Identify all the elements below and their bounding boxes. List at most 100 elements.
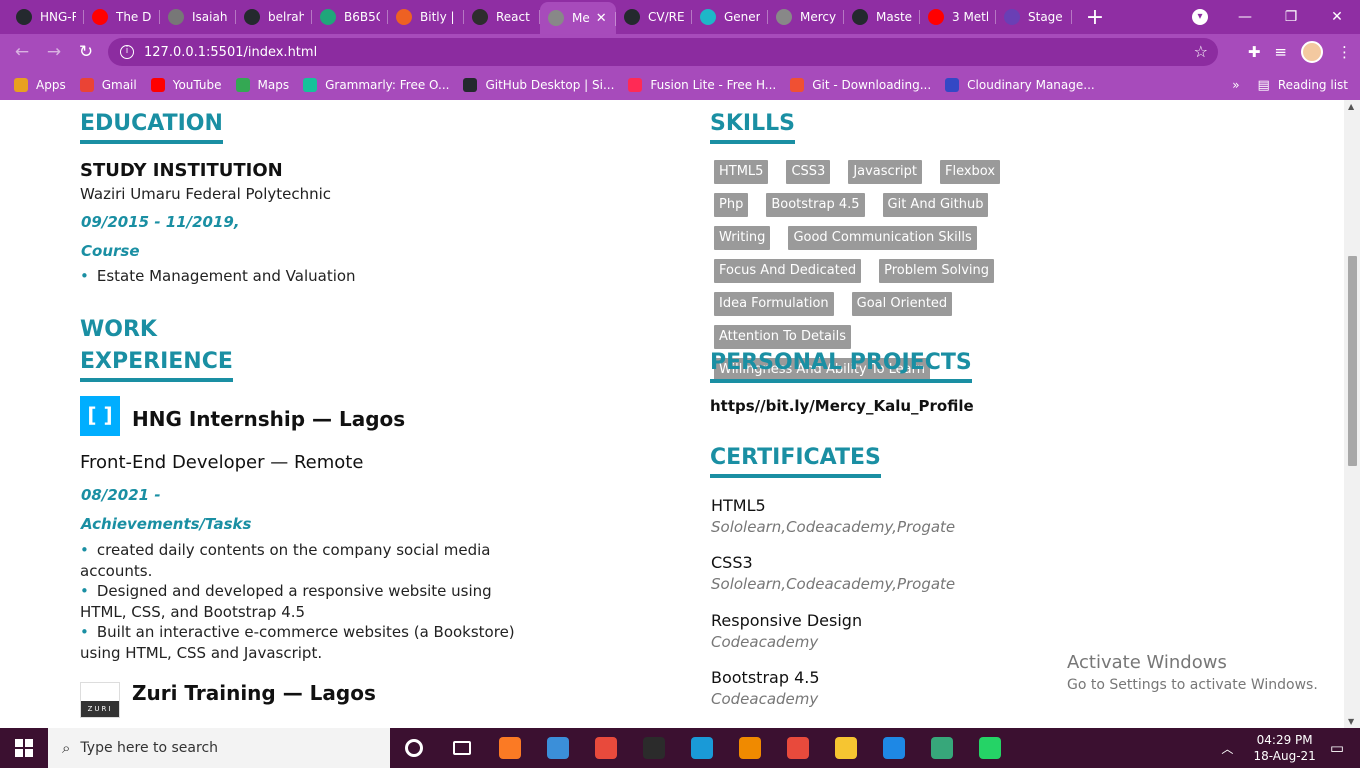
education-heading: EDUCATION	[80, 108, 223, 144]
certificate-org: Codeacademy	[711, 690, 819, 708]
tab-item[interactable]: Isaiah A	[160, 0, 236, 34]
reload-icon[interactable]: ↻	[70, 42, 102, 62]
reading-list[interactable]: ▤ Reading list	[1258, 78, 1348, 93]
bookmark-item[interactable]: Apps	[14, 78, 66, 92]
whatsapp-icon	[979, 737, 1001, 759]
taskbar-app[interactable]	[534, 728, 582, 768]
tab-item[interactable]: 3 Meth	[920, 0, 996, 34]
activate-windows-title: Activate Windows	[1067, 652, 1227, 673]
forward-icon[interactable]: →	[38, 42, 70, 62]
skill-tag: HTML5	[714, 160, 769, 184]
tab-item[interactable]: Me ✕	[540, 2, 616, 34]
tab-title: Isaiah A	[192, 10, 228, 24]
work-heading-line1: WORK	[80, 317, 157, 342]
notifications-icon[interactable]: ▭	[1330, 739, 1344, 757]
project-link[interactable]: https//bit.ly/Mercy_Kalu_Profile	[710, 396, 974, 417]
taskbar-app[interactable]	[918, 728, 966, 768]
bookmark-item[interactable]: Fusion Lite - Free H...	[628, 78, 776, 92]
windows-taskbar: ⌕ Type here to search	[0, 728, 1360, 768]
site-info-icon[interactable]: i	[120, 45, 134, 59]
tab-search-icon[interactable]: ▾	[1192, 9, 1208, 25]
app-icon	[320, 9, 336, 25]
clock-date: 18-Aug-21	[1253, 749, 1316, 763]
vlc-icon	[739, 737, 761, 759]
tab-item[interactable]: Mercy	[768, 0, 844, 34]
tray-chevron-icon[interactable]: ︿	[1221, 740, 1233, 757]
start-button[interactable]	[0, 728, 48, 768]
tab-item[interactable]: belrah/	[236, 0, 312, 34]
taskbar-app[interactable]	[582, 728, 630, 768]
skill-tag: CSS3	[786, 160, 831, 184]
media-icon[interactable]: ≡	[1274, 43, 1287, 61]
bookmark-item[interactable]: Cloudinary Manage...	[945, 78, 1095, 92]
terminal-icon	[643, 737, 665, 759]
chrome-icon	[787, 737, 809, 759]
git-kraken-icon	[931, 737, 953, 759]
bookmark-item[interactable]: GitHub Desktop | Si...	[463, 78, 614, 92]
back-icon[interactable]: ←	[6, 42, 38, 62]
institution-name: Waziri Umaru Federal Polytechnic	[80, 185, 332, 203]
taskbar-app[interactable]	[486, 728, 534, 768]
taskbar-app[interactable]	[438, 728, 486, 768]
tab-title: Master	[876, 10, 912, 24]
address-bar[interactable]: i 127.0.0.1:5501/index.html ☆	[108, 38, 1218, 66]
gmail-icon	[79, 78, 94, 92]
taskbar-app[interactable]	[870, 728, 918, 768]
certificates-heading: CERTIFICATES	[710, 442, 881, 478]
bookmark-star-icon[interactable]: ☆	[1194, 42, 1208, 61]
bookmarks-overflow[interactable]: »	[1232, 78, 1239, 92]
clock[interactable]: 04:29 PM 18-Aug-21	[1253, 732, 1315, 764]
tab-title: belrah/	[268, 10, 304, 24]
page-scrollbar[interactable]: ▲ ▼	[1344, 100, 1360, 728]
taskbar-app[interactable]	[966, 728, 1014, 768]
restore-icon[interactable]: ❐	[1268, 9, 1314, 25]
tab-item[interactable]: HNG-R	[8, 0, 84, 34]
taskbar-app[interactable]	[774, 728, 822, 768]
skill-tag: Flexbox	[940, 160, 1001, 184]
taskbar-app[interactable]	[390, 728, 438, 768]
profile-avatar[interactable]	[1301, 41, 1323, 63]
bookmark-item[interactable]: Gmail	[79, 78, 137, 92]
minimize-icon[interactable]: —	[1222, 9, 1268, 25]
skill-tag: Javascript	[848, 160, 922, 184]
menu-icon[interactable]: ⋮	[1337, 43, 1352, 61]
skill-tag: Php	[714, 193, 749, 217]
taskbar-app[interactable]	[630, 728, 678, 768]
search-icon: ⌕	[62, 739, 71, 757]
task-view-icon	[453, 741, 471, 755]
scroll-thumb[interactable]	[1348, 256, 1357, 466]
tab-item[interactable]: Genera	[692, 0, 768, 34]
tab-item[interactable]: B6B5Q	[312, 0, 388, 34]
bookmark-item[interactable]: Grammarly: Free O...	[303, 78, 449, 92]
youtube-icon	[928, 9, 944, 25]
git-icon	[790, 78, 805, 92]
github-icon	[16, 9, 32, 25]
youtube-icon	[150, 78, 165, 92]
taskbar-app[interactable]	[726, 728, 774, 768]
close-tab-icon[interactable]: ✕	[596, 11, 607, 26]
tab-item[interactable]: React c	[464, 0, 540, 34]
tab-item[interactable]: Bitly | L	[388, 0, 464, 34]
certificate-name: Bootstrap 4.5	[711, 668, 820, 687]
taskbar-app[interactable]	[822, 728, 870, 768]
certificate-name: Responsive Design	[711, 611, 863, 630]
tab-item[interactable]: Master	[844, 0, 920, 34]
tab-item[interactable]: Stage T	[996, 0, 1072, 34]
tab-item[interactable]: CV/REA	[616, 0, 692, 34]
tab-title: Bitly | L	[420, 10, 456, 24]
scroll-down-icon[interactable]: ▼	[1348, 717, 1354, 726]
close-window-icon[interactable]: ✕	[1314, 9, 1360, 25]
skill-tag: Idea Formulation	[714, 292, 834, 316]
new-tab-button[interactable]: +	[1080, 5, 1110, 30]
tab-item[interactable]: The Da	[84, 0, 160, 34]
taskbar-app[interactable]	[678, 728, 726, 768]
grammarly-icon	[303, 78, 318, 92]
taskbar-search[interactable]: ⌕ Type here to search	[48, 728, 390, 768]
bookmark-item[interactable]: Git - Downloading...	[790, 78, 931, 92]
scroll-up-icon[interactable]: ▲	[1348, 102, 1354, 111]
bookmark-item[interactable]: Maps	[235, 78, 289, 92]
extensions-icon[interactable]: ✚	[1248, 43, 1261, 61]
resume-page: EDUCATION STUDY INSTITUTION Waziri Umaru…	[0, 100, 1344, 728]
clock-time: 04:29 PM	[1256, 733, 1313, 747]
bookmark-item[interactable]: YouTube	[150, 78, 222, 92]
